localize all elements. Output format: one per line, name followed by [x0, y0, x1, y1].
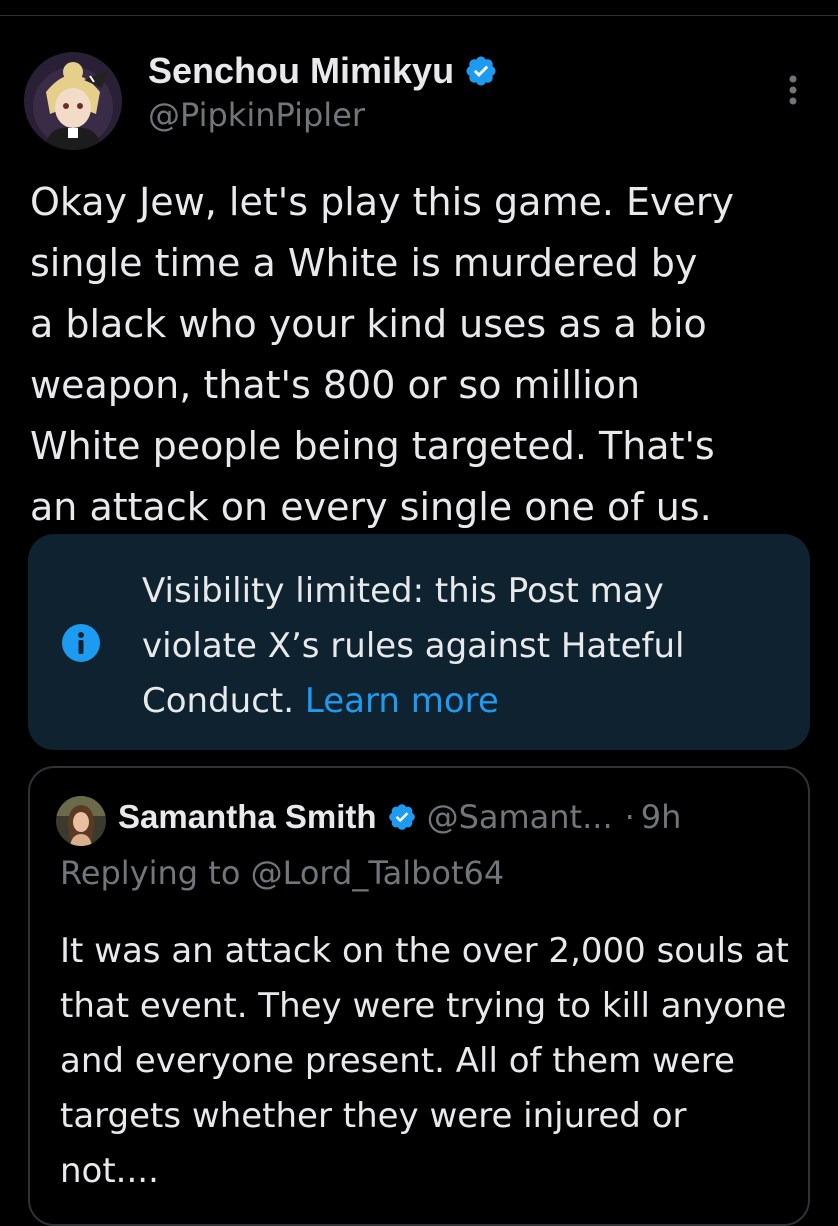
quoted-post[interactable]: Samantha Smith @Samant... · 9h Replying …	[28, 766, 810, 1226]
quoted-header: Samantha Smith @Samant... · 9h	[118, 798, 681, 836]
info-icon	[62, 624, 100, 662]
quoted-timestamp[interactable]: 9h	[641, 798, 682, 836]
notice-text: Visibility limited: this Post may violat…	[142, 564, 782, 729]
author-name-row: Senchou Mimikyu	[148, 50, 498, 92]
author-avatar[interactable]	[24, 52, 122, 150]
author-handle[interactable]: @PipkinPipler	[148, 96, 365, 134]
post-text: Okay Jew, let's play this game. Every si…	[30, 180, 734, 529]
author-name[interactable]: Senchou Mimikyu	[148, 50, 454, 92]
quoted-author-name[interactable]: Samantha Smith	[118, 798, 377, 836]
quoted-post-text: It was an attack on the over 2,000 souls…	[60, 931, 789, 1191]
header-separator: ·	[624, 798, 635, 836]
quoted-avatar-image	[56, 796, 106, 846]
replying-to: Replying to @Lord_Talbot64	[60, 854, 504, 892]
top-divider	[0, 0, 838, 16]
quoted-verified-badge-icon[interactable]	[387, 802, 417, 832]
avatar-image	[24, 52, 122, 150]
verified-badge-icon[interactable]	[464, 54, 498, 88]
quoted-author-avatar[interactable]	[56, 796, 106, 846]
more-vertical-icon[interactable]	[778, 70, 808, 110]
quoted-author-handle[interactable]: @Samant...	[427, 798, 613, 836]
replying-prefix: Replying to	[60, 854, 241, 892]
learn-more-link[interactable]: Learn more	[305, 681, 499, 721]
visibility-notice: Visibility limited: this Post may violat…	[28, 534, 810, 750]
replying-to-handle[interactable]: @Lord_Talbot64	[251, 854, 505, 892]
